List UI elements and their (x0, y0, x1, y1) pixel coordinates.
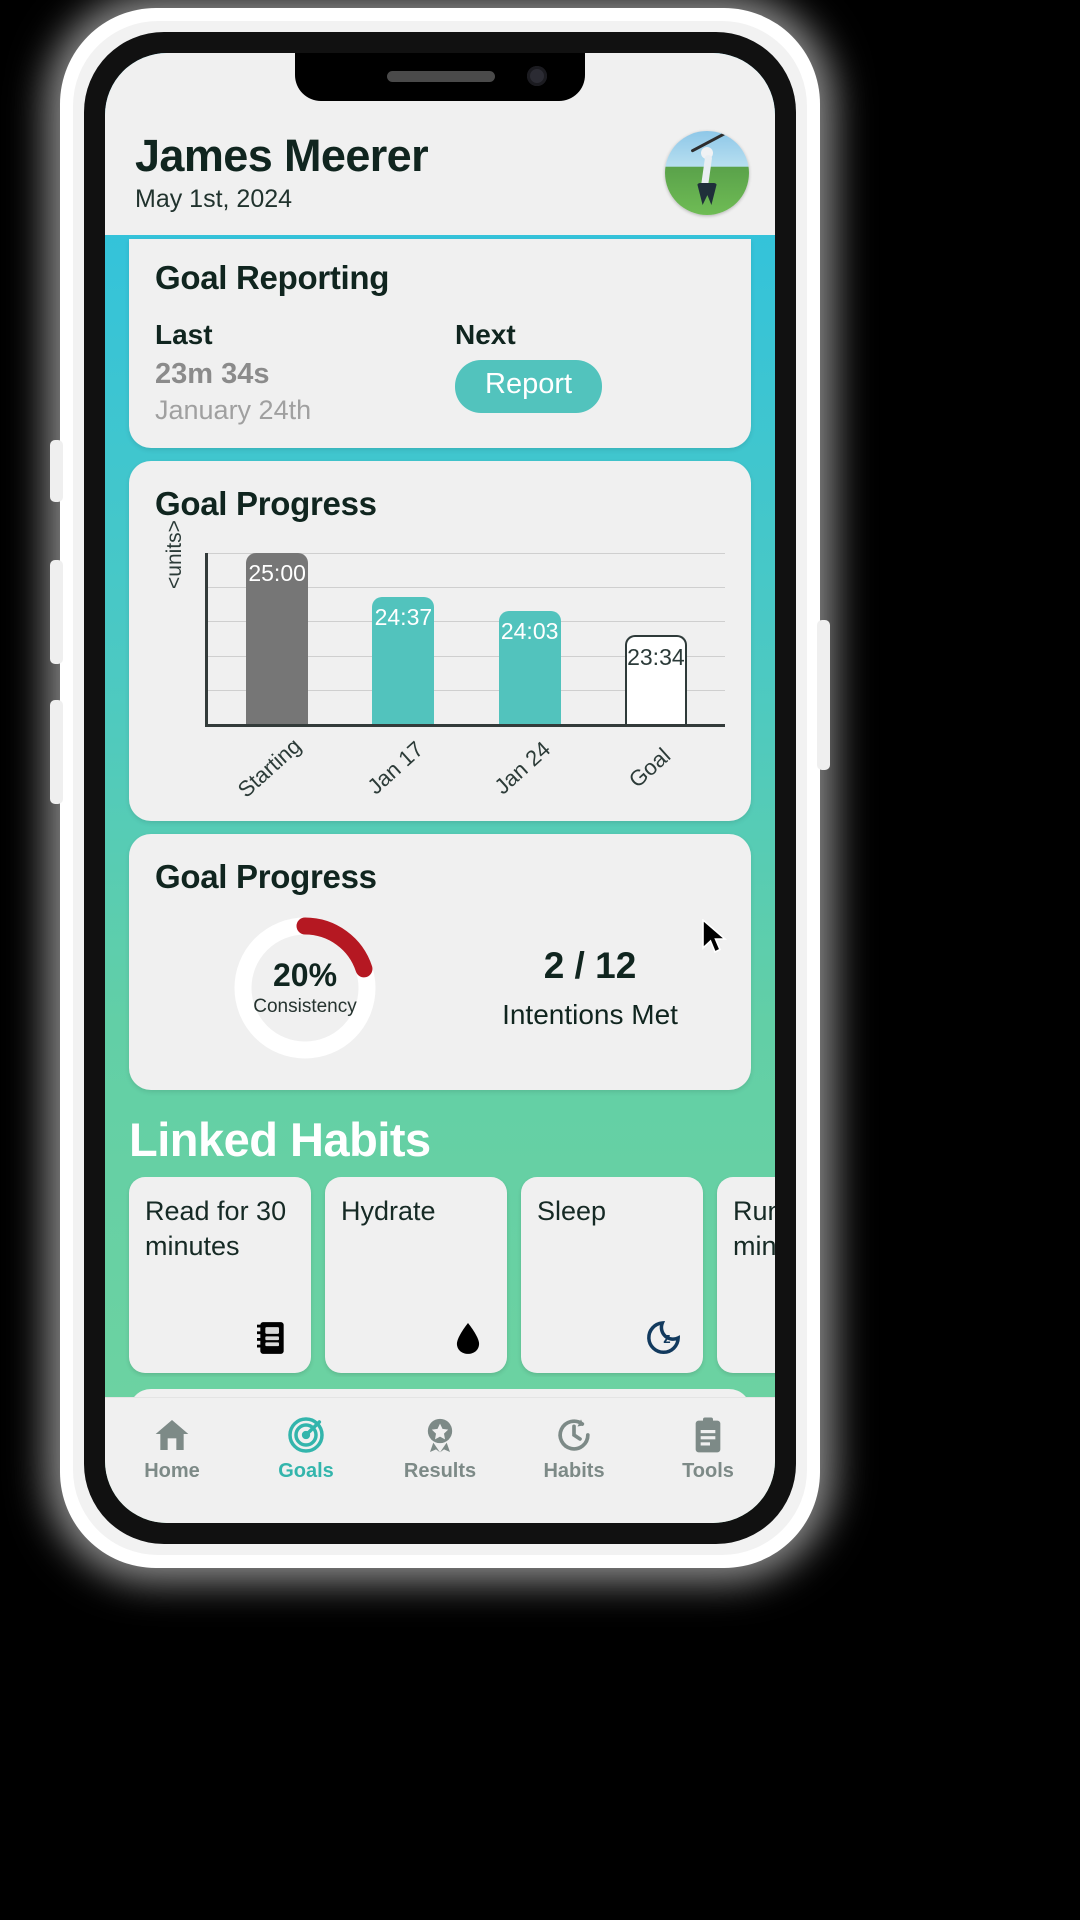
habit-title: Run 5 minutes (733, 1196, 775, 1261)
bar-slot: 25:00 (214, 553, 340, 724)
bar-chart: <units> 25:00 24:37 24:03 23:34 Starting Jan… (155, 520, 725, 802)
consistency-donut: 20% Consistency (229, 912, 381, 1064)
last-date: January 24th (155, 395, 312, 425)
nav-item-goals[interactable]: Goals (239, 1412, 373, 1483)
nav-item-habits[interactable]: Habits (507, 1412, 641, 1483)
bar-value-label: 24:03 (500, 618, 559, 645)
bars-container: 25:00 24:37 24:03 23:34 (208, 553, 725, 724)
header-text-block: James Meerer May 1st, 2024 (135, 130, 429, 213)
medal-icon (373, 1412, 507, 1458)
x-axis-tick-label: Jan 17 (362, 736, 429, 800)
water-drop-icon (445, 1315, 491, 1361)
x-axis-tick-label: Goal (624, 742, 676, 793)
x-label-slot: Jan 24 (465, 735, 592, 799)
habit-card[interactable]: Run 5 minutes (717, 1177, 775, 1373)
chart-bar[interactable]: 24:03 (498, 611, 561, 724)
intentions-label: Intentions Met (502, 999, 678, 1030)
target-icon (239, 1412, 373, 1458)
habit-card[interactable]: Sleep z (521, 1177, 703, 1373)
x-label-slot: Goal (592, 735, 719, 795)
home-icon (105, 1412, 239, 1458)
goal-progress-chart-title: Goal Progress (155, 485, 377, 522)
last-duration: 23m 34s (155, 358, 270, 390)
page-title: James Meerer (135, 130, 429, 182)
next-report-column: Next Report (455, 319, 725, 426)
nav-label: Habits (543, 1460, 605, 1482)
consistency-percent: 20% (272, 956, 338, 993)
habit-card[interactable]: Read for 30 minutes (129, 1177, 311, 1373)
front-camera-icon (527, 66, 547, 86)
goal-progress-chart-card: Goal Progress <units> 25:00 24:37 24:03 23:… (129, 461, 751, 821)
clock-icon (507, 1412, 641, 1458)
x-axis-tick-label: Jan 24 (489, 736, 556, 800)
donut-holder: 20% Consistency (155, 912, 455, 1064)
donut-row: 20% Consistency 2 / 12 Intentions Met (155, 912, 725, 1064)
nav-item-home[interactable]: Home (105, 1412, 239, 1483)
goal-progress-donut-card: Goal Progress 20% Consistency 2 / 12 Int… (129, 834, 751, 1090)
intentions-block: 2 / 12 Intentions Met (455, 945, 725, 1031)
bar-slot: 24:03 (467, 553, 593, 724)
avatar-legs (697, 183, 717, 205)
last-report-column: Last 23m 34s January 24th (155, 319, 455, 426)
x-axis-tick-label: Starting (232, 733, 306, 803)
power-button[interactable] (817, 620, 830, 770)
phone-screen: James Meerer May 1st, 2024 Goal Reportin… (105, 53, 775, 1523)
nav-item-results[interactable]: Results (373, 1412, 507, 1483)
y-axis-label: <units> (163, 520, 186, 589)
nav-item-tools[interactable]: Tools (641, 1412, 775, 1483)
current-date: May 1st, 2024 (135, 184, 293, 213)
nav-label: Results (403, 1460, 477, 1482)
volume-down-button[interactable] (50, 700, 63, 804)
goal-reporting-card: Goal Reporting Last 23m 34s January 24th… (129, 239, 751, 448)
chart-bar[interactable]: 23:34 (624, 635, 687, 724)
habits-carousel[interactable]: Read for 30 minutes Hydrate Sleep z Run 5 mi… (105, 1177, 775, 1377)
bar-slot: 24:37 (340, 553, 466, 724)
bar-value-label: 25:00 (248, 560, 306, 586)
chart-bar[interactable]: 24:37 (372, 597, 435, 724)
nav-label: Home (144, 1460, 200, 1482)
avatar[interactable] (665, 131, 749, 215)
bottom-navigation[interactable]: Home Goals Results Habits Tools (105, 1397, 775, 1523)
intentions-count: 2 / 12 (543, 945, 637, 986)
nav-label: Tools (682, 1460, 734, 1482)
last-label: Last (155, 319, 213, 350)
habit-title: Sleep (537, 1196, 607, 1226)
svg-text:z: z (663, 1330, 671, 1347)
goal-reporting-body: Last 23m 34s January 24th Next Report (155, 319, 725, 426)
goal-reporting-title: Goal Reporting (155, 259, 390, 296)
volume-up-button[interactable] (50, 560, 63, 664)
silent-switch[interactable] (50, 440, 63, 502)
plot-area: 25:00 24:37 24:03 23:34 (205, 553, 725, 727)
x-label-slot: Jan 17 (338, 735, 465, 799)
scroll-content[interactable]: Goal Reporting Last 23m 34s January 24th… (105, 235, 775, 1523)
sleep-moon-icon: z (641, 1315, 687, 1361)
nav-label: Goals (278, 1460, 334, 1482)
x-label-slot: Starting (211, 733, 338, 802)
donut-center-text: 20% Consistency (229, 912, 381, 1064)
habit-card[interactable]: Hydrate (325, 1177, 507, 1373)
clipboard-icon (641, 1412, 775, 1458)
bar-value-label: 24:37 (374, 604, 433, 631)
bar-value-label: 23:34 (627, 644, 685, 671)
habit-title: Hydrate (341, 1196, 436, 1226)
mouse-cursor (702, 919, 728, 954)
header-row: James Meerer May 1st, 2024 (135, 131, 749, 215)
chart-bar[interactable]: 25:00 (246, 553, 309, 724)
linked-habits-title: Linked Habits (129, 1113, 431, 1166)
habit-title: Read for 30 minutes (145, 1196, 287, 1261)
report-button[interactable]: Report (455, 360, 603, 413)
goal-progress-donut-title: Goal Progress (155, 858, 377, 895)
earpiece-speaker-icon (387, 71, 495, 82)
bar-slot: 23:34 (593, 553, 719, 724)
x-axis-labels: Starting Jan 17 Jan 24 Goal (205, 733, 725, 802)
consistency-label: Consistency (253, 995, 357, 1017)
notch (295, 53, 585, 101)
screenshot-root: James Meerer May 1st, 2024 Goal Reportin… (0, 0, 1080, 1920)
next-label: Next (455, 319, 516, 350)
notebook-icon (249, 1315, 295, 1361)
